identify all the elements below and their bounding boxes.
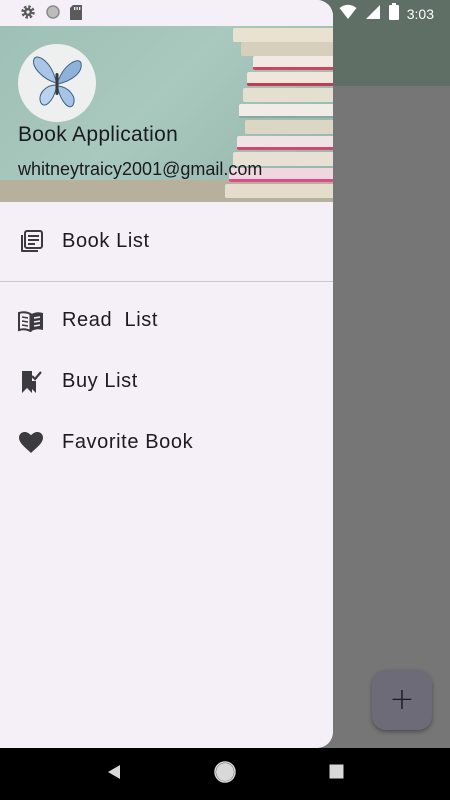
menu-item-label: Book List bbox=[62, 230, 150, 252]
menu-item-favorite-book[interactable]: Favorite Book bbox=[0, 412, 333, 473]
status-time: 3:03 bbox=[406, 6, 434, 22]
settings-icon bbox=[20, 4, 36, 25]
back-icon[interactable] bbox=[106, 764, 122, 785]
navigation-drawer: Book Application whitneytraicy2001@gmail… bbox=[0, 0, 333, 748]
menu-item-read-list[interactable]: Read List bbox=[0, 290, 333, 351]
bookmark-check-icon bbox=[18, 369, 44, 395]
status-left-icons bbox=[20, 4, 82, 25]
menu-item-book-list[interactable]: Book List bbox=[0, 211, 333, 272]
recents-icon[interactable] bbox=[329, 764, 344, 784]
book-list-icon bbox=[18, 229, 44, 255]
add-fab-button[interactable]: + bbox=[372, 670, 432, 730]
drawer-menu: Book List Read List Buy List Favorite Bo… bbox=[0, 202, 333, 473]
menu-item-buy-list[interactable]: Buy List bbox=[0, 351, 333, 412]
menu-item-label: Buy List bbox=[62, 370, 138, 392]
menu-divider bbox=[0, 281, 333, 282]
signal-icon bbox=[365, 4, 381, 25]
butterfly-icon bbox=[33, 56, 82, 108]
drawer-header: Book Application whitneytraicy2001@gmail… bbox=[0, 26, 333, 202]
system-navigation-bar bbox=[0, 748, 450, 800]
wifi-icon bbox=[339, 4, 357, 25]
drawer-user-email: whitneytraicy2001@gmail.com bbox=[18, 159, 263, 179]
circle-icon bbox=[46, 5, 60, 24]
menu-item-label: Favorite Book bbox=[62, 431, 194, 453]
heart-icon bbox=[18, 430, 44, 456]
fab-plus-label: + bbox=[389, 682, 415, 717]
sd-card-icon bbox=[70, 4, 82, 25]
battery-icon bbox=[388, 3, 399, 25]
drawer-app-title: Book Application bbox=[18, 123, 179, 146]
home-icon[interactable] bbox=[214, 760, 237, 788]
avatar[interactable] bbox=[18, 44, 96, 122]
menu-item-label: Read List bbox=[62, 309, 159, 331]
open-book-icon bbox=[18, 308, 44, 334]
